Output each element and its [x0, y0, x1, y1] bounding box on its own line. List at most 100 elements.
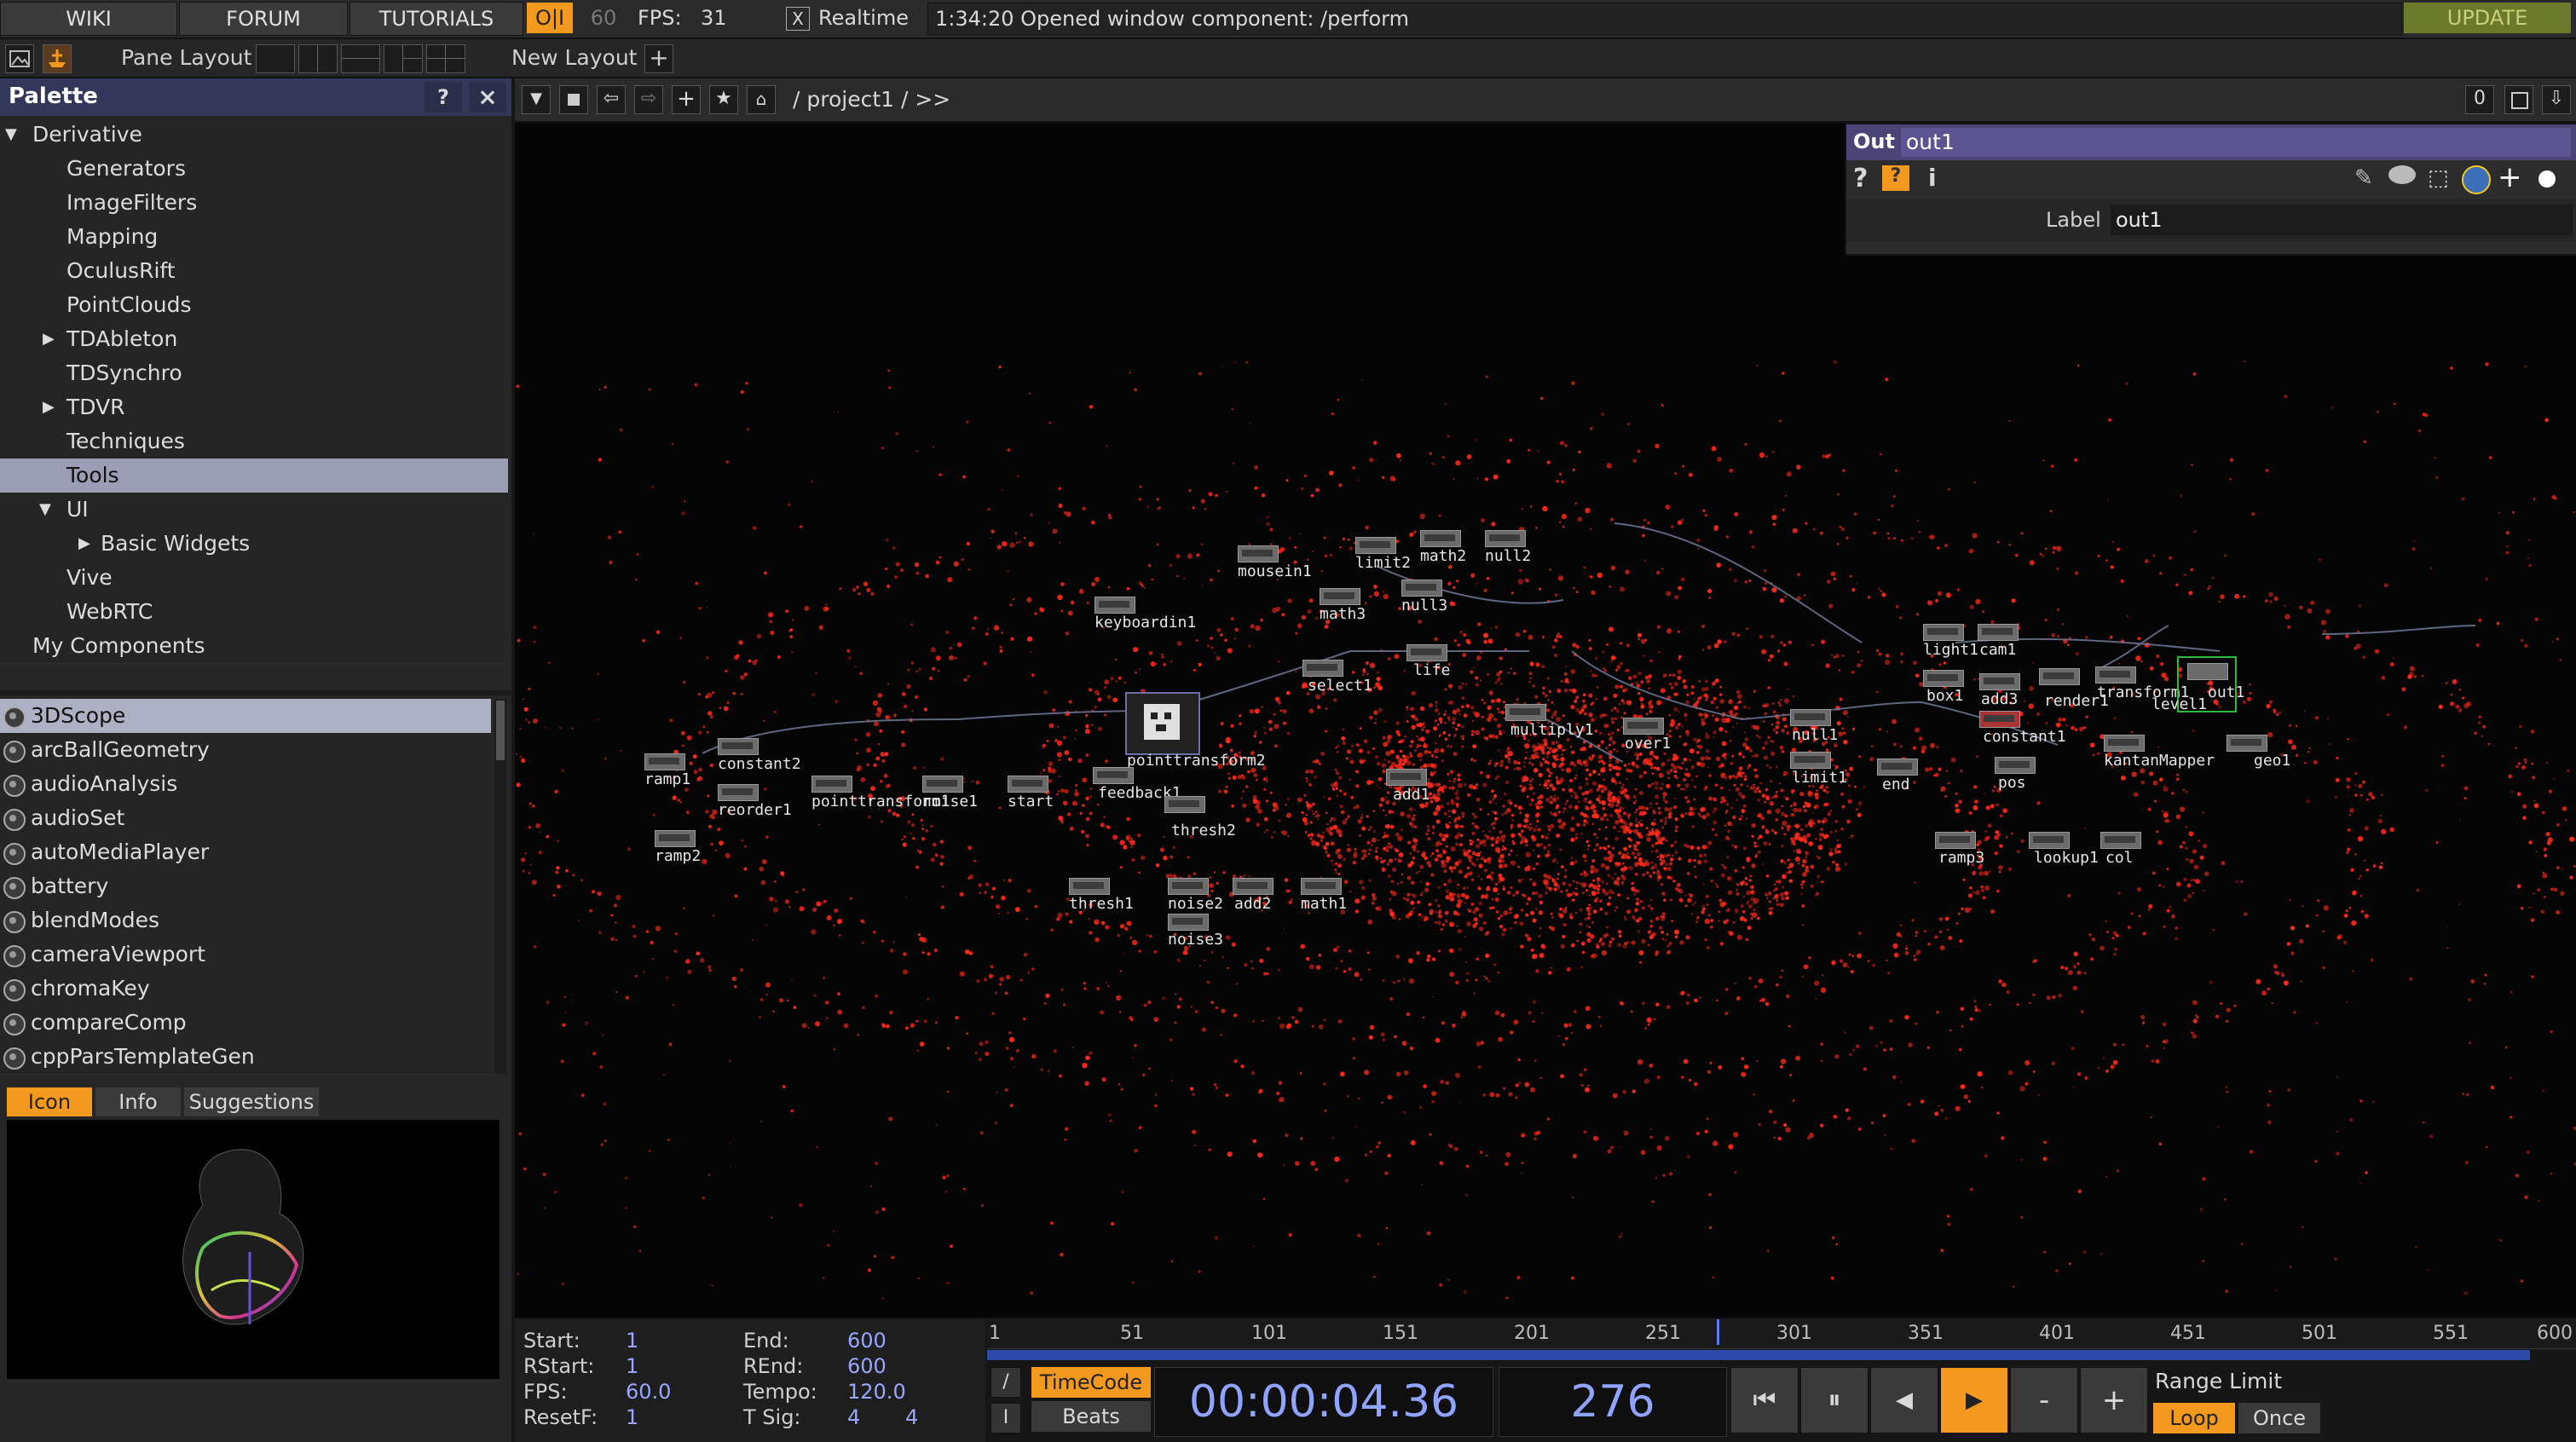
node-ramp2[interactable]: [655, 830, 696, 847]
node-null2[interactable]: [1485, 530, 1526, 547]
resetf-value[interactable]: 1: [626, 1405, 638, 1430]
rewind-icon[interactable]: ⏮: [1730, 1367, 1799, 1433]
network-path[interactable]: / project1 / >>: [793, 87, 950, 112]
timecode-display[interactable]: 00:00:04.36: [1154, 1367, 1493, 1437]
playhead[interactable]: [1716, 1319, 1719, 1345]
node-pointtransform2[interactable]: [1125, 692, 1200, 755]
node-add3[interactable]: [1979, 673, 2020, 690]
node-feedback1[interactable]: [1093, 767, 1134, 784]
info-icon[interactable]: i: [1928, 164, 1937, 192]
node-multiply1[interactable]: [1505, 704, 1546, 721]
tree-item-derivative[interactable]: ▼ Derivative: [0, 118, 508, 153]
tempo-value[interactable]: 120.0: [847, 1379, 906, 1405]
node-transform1[interactable]: [2095, 666, 2136, 684]
tree-item-basic-widgets[interactable]: ▶ Basic Widgets: [0, 527, 508, 562]
list-item[interactable]: audioAnalysis: [0, 767, 491, 802]
node-thresh1[interactable]: [1069, 878, 1110, 895]
layout-split-horizontal-icon[interactable]: [341, 44, 380, 73]
tree-item-tdsynchro[interactable]: TDSynchro: [0, 356, 508, 391]
list-item[interactable]: blendModes: [0, 903, 491, 938]
tree-item-ui[interactable]: ▼ UI: [0, 493, 508, 528]
tree-item-mapping[interactable]: Mapping: [0, 220, 508, 255]
node-limit2[interactable]: [1355, 537, 1396, 554]
python-icon[interactable]: [2462, 165, 2491, 194]
fps-value[interactable]: 60.0: [626, 1379, 671, 1405]
node-pos[interactable]: [1995, 757, 2036, 774]
node-cam1[interactable]: [1978, 624, 2019, 641]
comment-icon[interactable]: [2388, 165, 2416, 184]
list-item[interactable]: cameraViewport: [0, 937, 491, 972]
layout-single-icon[interactable]: [256, 44, 295, 73]
node-math1[interactable]: [1301, 878, 1342, 895]
play-icon[interactable]: ▶: [1940, 1367, 2008, 1433]
ship-icon[interactable]: [43, 44, 72, 73]
tree-item-imagefilters[interactable]: ImageFilters: [0, 186, 508, 221]
node-col[interactable]: [2100, 832, 2141, 849]
tsig-numerator[interactable]: 4: [847, 1405, 860, 1430]
node-reorder1[interactable]: [718, 784, 759, 801]
palette-close-button[interactable]: ×: [469, 82, 506, 112]
node-over1[interactable]: [1623, 718, 1664, 735]
new-layout-label[interactable]: New Layout: [511, 43, 637, 73]
node-ramp1[interactable]: [644, 753, 685, 770]
once-toggle[interactable]: Once: [2238, 1403, 2320, 1433]
tree-item-oculusrift[interactable]: OculusRift: [0, 254, 508, 289]
timecode-toggle[interactable]: TimeCode: [1031, 1367, 1151, 1398]
list-item[interactable]: chromaKey: [0, 972, 491, 1007]
node-ramp3[interactable]: [1935, 832, 1976, 849]
tree-item-tdableton[interactable]: ▶ TDAbleton: [0, 322, 508, 357]
layout-three-icon[interactable]: [384, 44, 423, 73]
tab-suggestions[interactable]: Suggestions: [184, 1087, 319, 1116]
pause-icon[interactable]: ⏸: [1800, 1367, 1868, 1433]
add-icon[interactable]: +: [2498, 160, 2522, 194]
range-bar[interactable]: [987, 1350, 2530, 1360]
clone-icon[interactable]: ⬚: [2428, 165, 2449, 191]
tutorials-button[interactable]: TUTORIALS: [349, 2, 523, 36]
node-geo1[interactable]: [2227, 735, 2267, 752]
node-kantanmapper[interactable]: [2104, 735, 2145, 752]
list-item[interactable]: cppParsTemplateGen: [0, 1040, 491, 1075]
list-item[interactable]: autoMediaPlayer: [0, 835, 491, 870]
step-back-icon[interactable]: ◀: [1870, 1367, 1938, 1433]
node-life[interactable]: [1406, 644, 1447, 661]
list-item[interactable]: battery: [0, 869, 491, 904]
network-editor[interactable]: ramp1 constant2 reorder1 pointtransform1…: [515, 123, 2576, 1318]
fps-target[interactable]: 60: [578, 3, 629, 33]
rstart-value[interactable]: 1: [626, 1353, 638, 1379]
beats-toggle[interactable]: Beats: [1031, 1401, 1151, 1432]
i-button[interactable]: I: [991, 1403, 1021, 1433]
wiki-button[interactable]: WIKI: [0, 2, 177, 36]
stop-icon[interactable]: [559, 85, 588, 114]
node-constant2[interactable]: [718, 738, 759, 755]
list-item[interactable]: arcBallGeometry: [0, 733, 491, 768]
operator-name-field[interactable]: out1: [1901, 128, 2571, 157]
node-math3[interactable]: [1320, 588, 1360, 605]
node-end[interactable]: [1877, 758, 1918, 776]
start-value[interactable]: 1: [626, 1328, 638, 1353]
update-button[interactable]: UPDATE: [2404, 3, 2571, 33]
node-null1[interactable]: [1790, 709, 1831, 726]
node-noise3[interactable]: [1168, 914, 1209, 931]
network-count[interactable]: 0: [2465, 85, 2494, 114]
node-pointtransform1[interactable]: [811, 776, 852, 793]
dot-icon[interactable]: [2538, 170, 2556, 187]
minus-button[interactable]: -: [2010, 1367, 2078, 1433]
node-keyboardin1[interactable]: [1095, 597, 1135, 614]
tree-item-vive[interactable]: Vive: [0, 561, 508, 596]
tab-icon[interactable]: Icon: [7, 1087, 92, 1116]
perform-mode-toggle[interactable]: O|I: [527, 3, 573, 33]
slash-button[interactable]: /: [991, 1367, 1021, 1398]
node-light1[interactable]: [1923, 624, 1964, 641]
tree-item-tdvr[interactable]: ▶ TDVR: [0, 390, 508, 425]
loop-toggle[interactable]: Loop: [2153, 1403, 2235, 1433]
node-noise1[interactable]: [922, 776, 963, 793]
node-null3[interactable]: [1401, 580, 1442, 597]
forum-button[interactable]: FORUM: [179, 2, 348, 36]
tab-info[interactable]: Info: [95, 1087, 181, 1116]
home-icon[interactable]: ⌂: [747, 85, 776, 114]
image-icon[interactable]: [5, 44, 34, 73]
list-item[interactable]: audioSet: [0, 801, 491, 836]
node-select1[interactable]: [1302, 660, 1343, 677]
palette-divider[interactable]: [0, 690, 511, 695]
timeline-ruler[interactable]: 1 51 101 151 201 251 301 351 401 451 501…: [987, 1319, 2576, 1349]
